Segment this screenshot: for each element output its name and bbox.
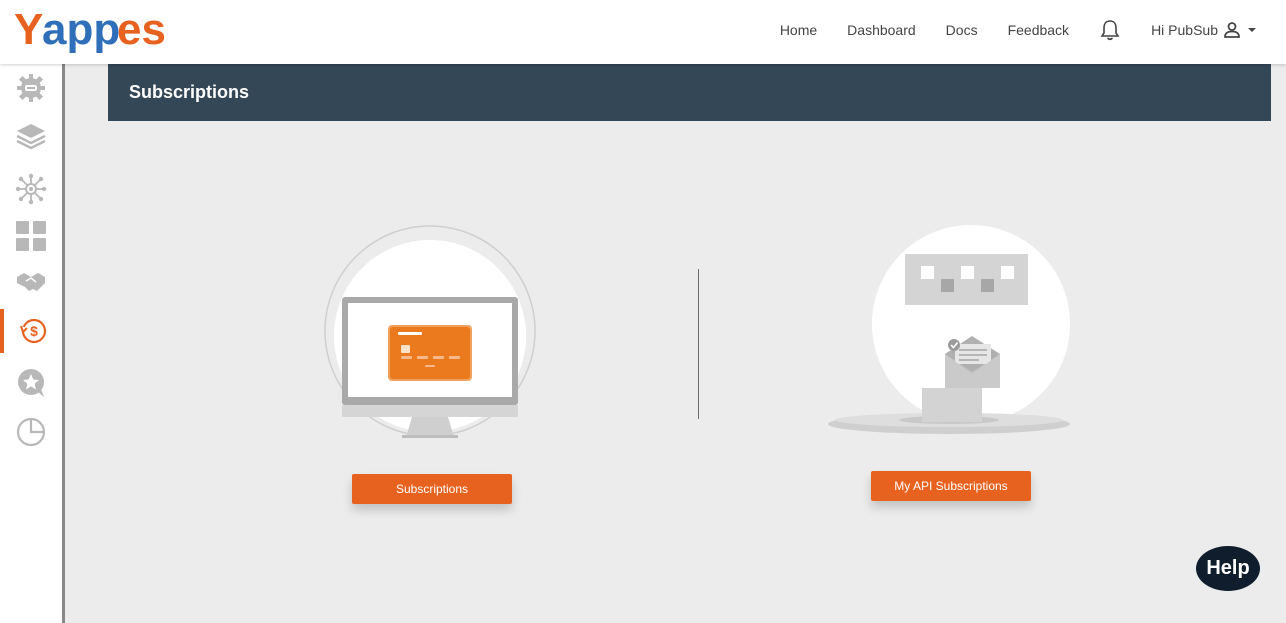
nav-feedback[interactable]: Feedback — [1008, 22, 1069, 38]
caret-down-icon — [1248, 28, 1256, 32]
svg-text:app: app — [42, 6, 120, 54]
top-nav: Home Dashboard Docs Feedback Hi PubSub — [780, 0, 1258, 60]
subscriptions-illustration — [322, 224, 538, 440]
page-header: Subscriptions — [108, 64, 1271, 121]
sidebar-item-layers[interactable] — [0, 114, 62, 158]
sidebar-item-reviews[interactable] — [0, 361, 62, 405]
sidebar-item-analytics[interactable] — [0, 410, 62, 454]
vertical-divider — [698, 269, 699, 419]
sidebar-item-network[interactable] — [0, 167, 62, 211]
top-navbar: Y app es Home Dashboard Docs Feedback Hi… — [0, 0, 1286, 64]
yappes-logo[interactable]: Y app es — [14, 6, 166, 56]
star-chat-icon — [18, 369, 44, 397]
sidebar-item-grid[interactable] — [0, 214, 62, 258]
api-subscriptions-illustration — [826, 224, 1072, 440]
sidebar-item-settings[interactable] — [0, 66, 62, 110]
help-button[interactable]: Help — [1196, 546, 1260, 591]
layers-icon — [16, 124, 46, 150]
sidebar-item-subscriptions[interactable]: $ — [0, 309, 62, 353]
dollar-cycle-icon: $ — [20, 318, 47, 344]
grid-icon — [16, 221, 46, 251]
my-api-subscriptions-button[interactable]: My API Subscriptions — [871, 471, 1031, 501]
network-icon — [15, 173, 47, 205]
user-greeting: Hi PubSub — [1151, 22, 1218, 38]
nav-dashboard[interactable]: Dashboard — [847, 22, 916, 38]
nav-home[interactable]: Home — [780, 22, 817, 38]
user-menu[interactable]: Hi PubSub — [1151, 20, 1258, 40]
bell-icon[interactable] — [1099, 19, 1121, 41]
sidebar: $ — [0, 64, 65, 623]
nav-docs[interactable]: Docs — [946, 22, 978, 38]
page-title: Subscriptions — [129, 82, 250, 102]
person-icon — [1224, 22, 1240, 38]
gear-icon — [17, 74, 45, 102]
svg-text:$: $ — [30, 323, 38, 339]
svg-text:es: es — [117, 6, 166, 54]
handshake-icon — [17, 273, 45, 291]
pie-chart-icon — [16, 417, 46, 447]
logo-graphic: Y app es — [14, 6, 166, 54]
sidebar-item-partners[interactable] — [0, 260, 62, 304]
subscriptions-button[interactable]: Subscriptions — [352, 474, 512, 504]
svg-text:Y: Y — [14, 6, 43, 54]
